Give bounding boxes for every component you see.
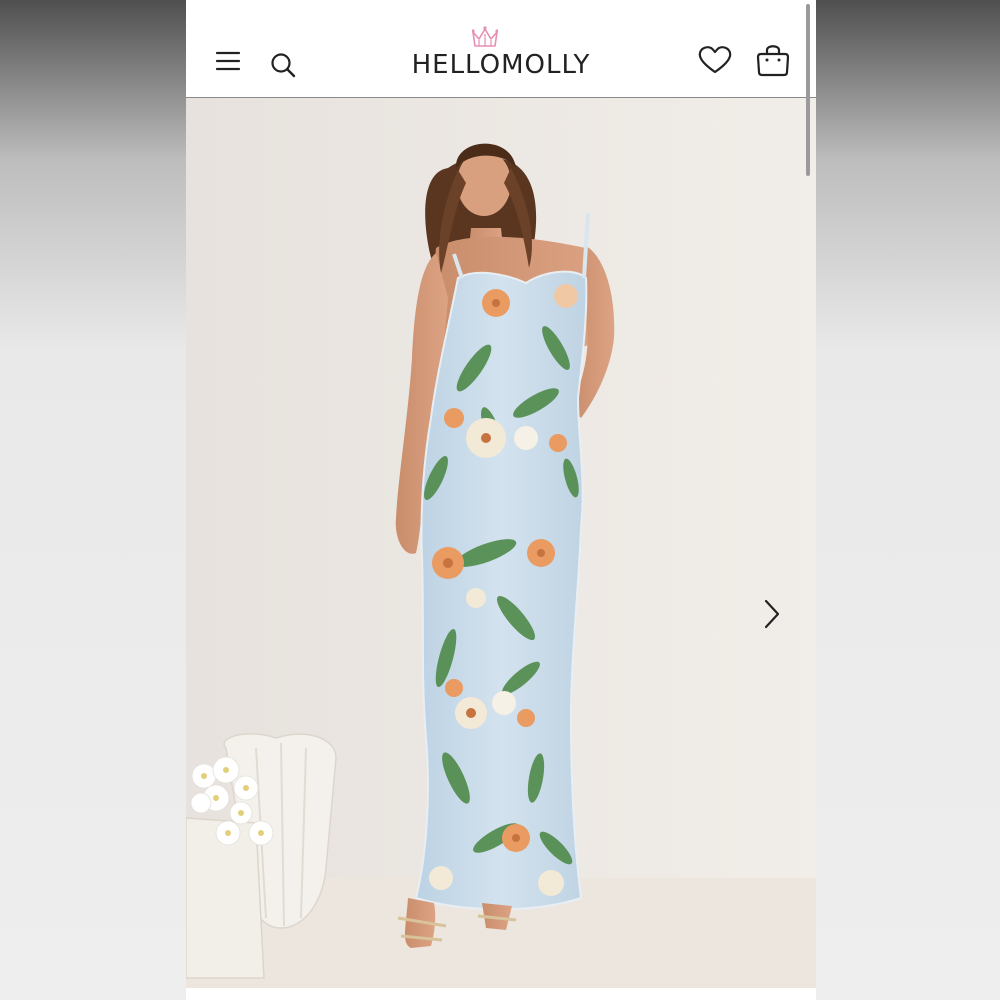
left-blurred-background [0,0,186,1000]
shopping-bag-icon[interactable] [756,42,790,77]
site-header: HELLOMOLLY [186,0,816,98]
product-image-carousel[interactable] [186,98,816,988]
right-blurred-background [816,0,1000,1000]
page-bottom-strip [186,988,816,1000]
crown-logo-icon [472,26,498,47]
chevron-right-icon [764,599,780,629]
hamburger-menu-icon[interactable] [211,44,245,78]
product-photo [186,98,816,988]
brand-logo[interactable]: HELLOMOLLY [396,50,606,80]
heart-icon[interactable] [698,43,732,77]
next-image-button[interactable] [761,598,783,630]
search-icon[interactable] [266,48,300,82]
page-scrollbar[interactable] [806,4,810,176]
mobile-screen: HELLOMOLLY [186,0,816,1000]
